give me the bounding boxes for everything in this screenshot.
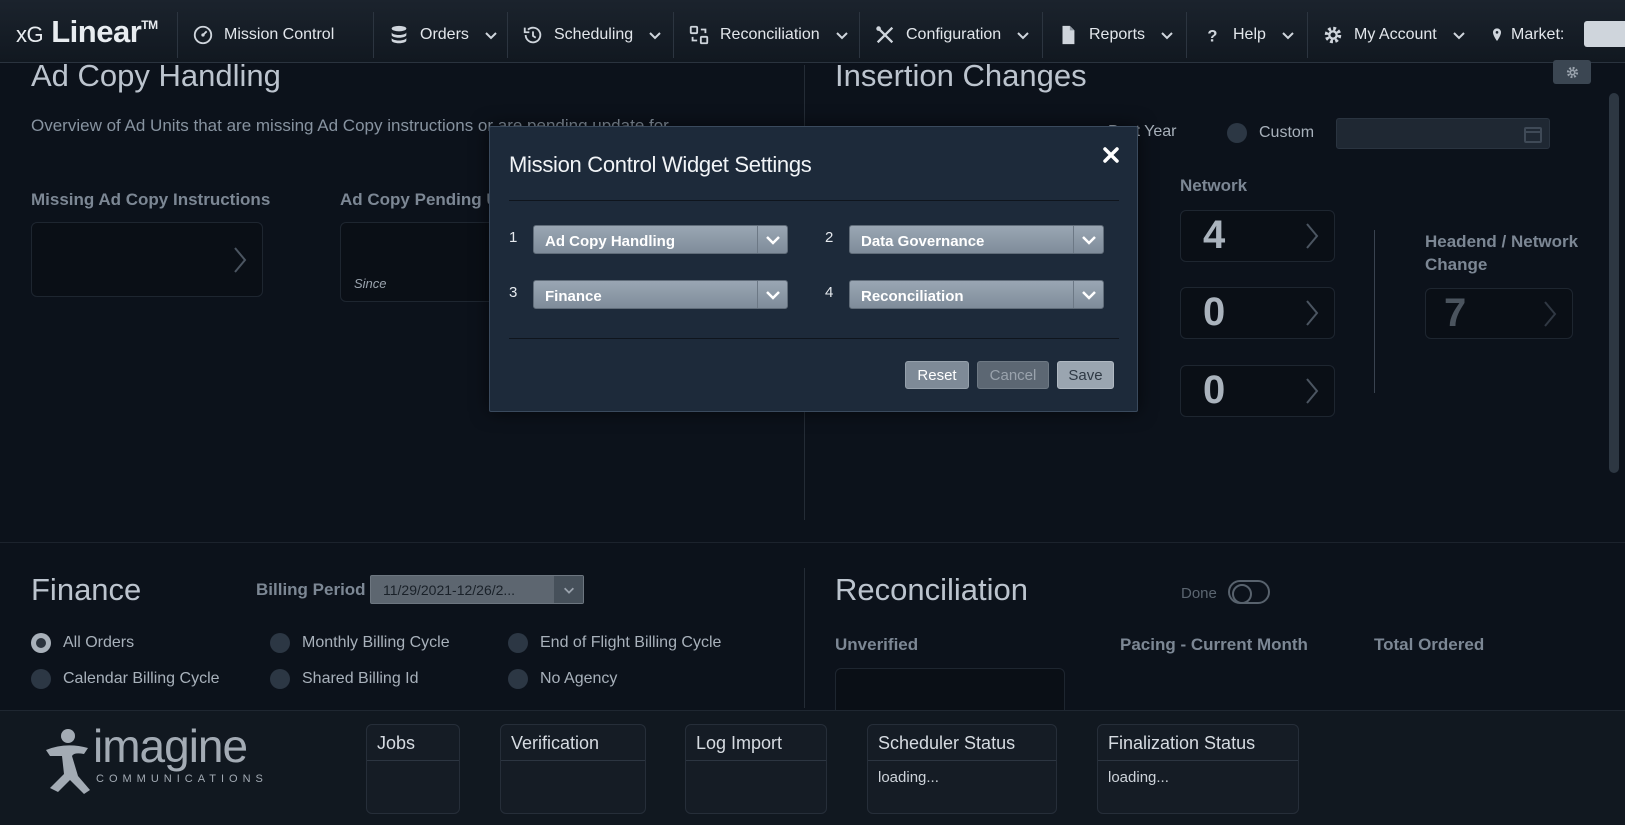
chevron-down-icon [765, 235, 780, 245]
reset-button[interactable]: Reset [905, 361, 969, 389]
slot-dropdown-toggle[interactable] [1073, 226, 1103, 253]
slot-value: Reconciliation [861, 288, 964, 305]
cancel-button[interactable]: Cancel [977, 361, 1049, 389]
close-icon[interactable] [1101, 145, 1121, 165]
slot-value: Ad Copy Handling [545, 233, 675, 250]
slot-dropdown-toggle[interactable] [1073, 281, 1103, 308]
slot-value: Finance [545, 288, 602, 305]
dialog-divider [509, 338, 1119, 339]
widget-slot-2-select[interactable]: Data Governance [849, 225, 1104, 254]
widget-slot-3-select[interactable]: Finance [533, 280, 788, 309]
widget-slot-1-select[interactable]: Ad Copy Handling [533, 225, 788, 254]
slot-number: 2 [825, 229, 834, 246]
widget-slot-4-select[interactable]: Reconciliation [849, 280, 1104, 309]
dialog-divider [509, 200, 1119, 201]
slot-number: 3 [509, 284, 518, 301]
chevron-down-icon [765, 290, 780, 300]
slot-dropdown-toggle[interactable] [757, 226, 787, 253]
modal-overlay [0, 0, 1625, 825]
widget-settings-dialog: Mission Control Widget Settings 1 Ad Cop… [489, 126, 1138, 412]
slot-number: 4 [825, 284, 834, 301]
save-button[interactable]: Save [1057, 361, 1114, 389]
slot-number: 1 [509, 229, 518, 246]
slot-dropdown-toggle[interactable] [757, 281, 787, 308]
dialog-title: Mission Control Widget Settings [509, 152, 812, 177]
slot-value: Data Governance [861, 233, 985, 250]
chevron-down-icon [1081, 290, 1096, 300]
chevron-down-icon [1081, 235, 1096, 245]
